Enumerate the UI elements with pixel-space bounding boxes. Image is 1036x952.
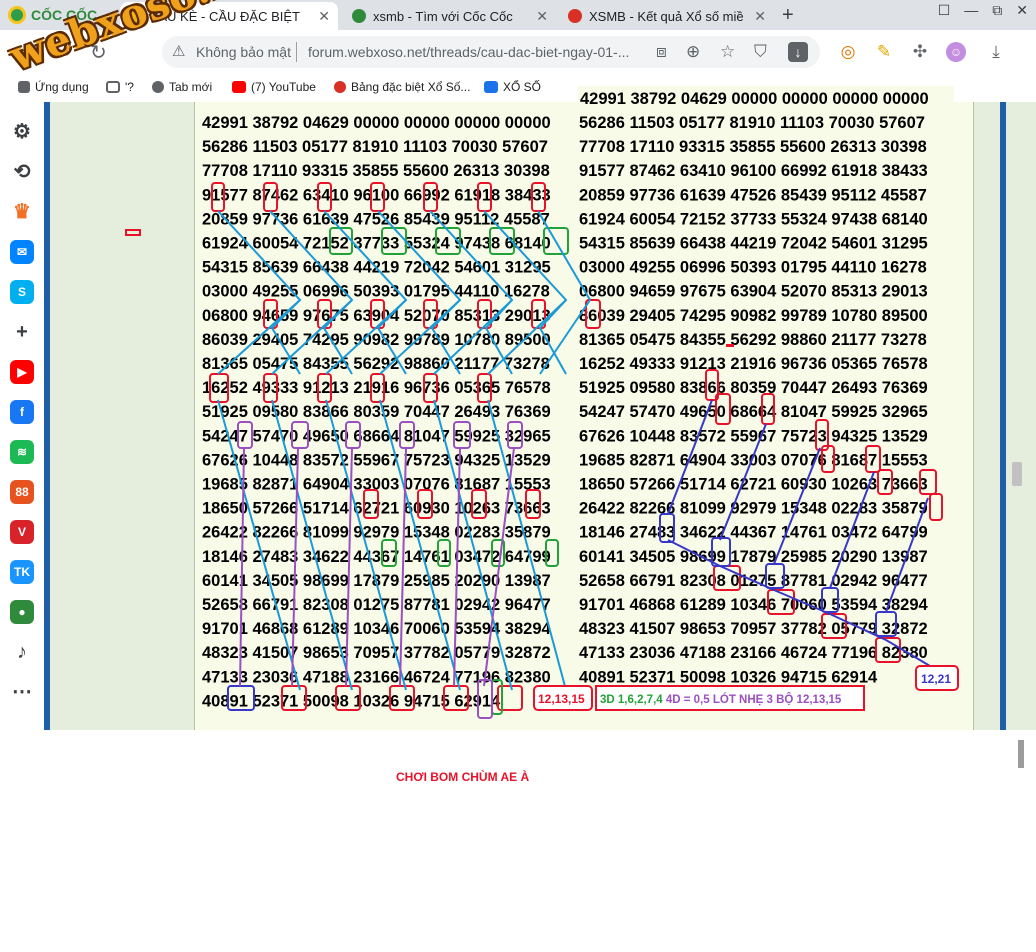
tab-title: XSMB - Kết quả Xổ số miề — [589, 8, 744, 24]
messenger-icon[interactable]: ✉ — [10, 240, 34, 264]
content-right-border — [1000, 102, 1006, 730]
results-image-panel — [194, 102, 974, 730]
back-icon[interactable]: ← — [18, 40, 38, 63]
coccoc-logo-icon — [8, 6, 26, 24]
bell-icon[interactable]: ♪ — [10, 640, 34, 664]
settings-icon[interactable]: ⚙ — [10, 120, 34, 144]
more-icon[interactable]: ⋯ — [10, 680, 34, 704]
inner-scrollbar[interactable] — [1018, 740, 1024, 768]
tab-title: CẦU KÈ - CẦU ĐẶC BIỆT — [149, 8, 300, 24]
tab-favicon-icon — [568, 9, 582, 23]
add-icon[interactable]: + — [10, 320, 34, 344]
close-tab-icon[interactable]: ✕ — [536, 8, 548, 25]
skype-icon[interactable]: S — [10, 280, 34, 304]
download-video-icon[interactable]: ↓ — [788, 42, 808, 62]
pin-icon[interactable]: ● — [10, 600, 34, 624]
tiki-icon[interactable]: TK — [10, 560, 34, 584]
coccoc-brand[interactable]: CỐC CỐC — [8, 5, 97, 25]
bookmark-apps[interactable]: Ứng dụng — [18, 80, 89, 94]
tab-cau-dac-biet[interactable]: CẦU KÈ - CẦU ĐẶC BIỆT ✕ — [120, 2, 338, 30]
globe-icon — [152, 81, 164, 93]
forum-post-area — [44, 102, 1036, 730]
close-window-icon[interactable]: ✕ — [1016, 2, 1028, 19]
tab-favicon-icon — [352, 9, 366, 23]
coccoc-sidebar: ⚙ ⟲ ♛ ✉ S + ▶ f ≋ 88 V TK ● ♪ ⋯ — [0, 110, 44, 728]
youtube-icon — [232, 81, 246, 93]
post-caption: CHƠI BOM CHÙM AE À — [396, 770, 530, 784]
app-88-icon[interactable]: 88 — [10, 480, 34, 504]
address-bar[interactable]: ⚠ Không bảo mật forum.webxoso.net/thread… — [162, 36, 820, 68]
bookmark-label: Bảng đặc biệt Xổ Số... — [351, 80, 471, 94]
history-icon[interactable]: ⟲ — [10, 160, 34, 184]
xoso-site-icon — [334, 81, 346, 93]
tab-xsmb-results[interactable]: XSMB - Kết quả Xổ số miề ✕ — [560, 2, 774, 30]
youtube-icon[interactable]: ▶ — [10, 360, 34, 384]
ku-icon — [484, 81, 498, 93]
downloads-icon[interactable]: ⤓ — [986, 42, 1006, 62]
bookmark-xo-so[interactable]: XỔ SỐ — [484, 80, 541, 94]
tab-search-icon[interactable]: ☐ — [938, 2, 951, 19]
tab-title: xsmb - Tìm với Cốc Cốc — [373, 8, 513, 24]
tab-strip: CỐC CỐC CẦU KÈ - CẦU ĐẶC BIỆT ✕ xsmb - T… — [0, 0, 1036, 30]
bookmark-label: (7) YouTube — [251, 80, 316, 94]
apps-grid-icon — [18, 81, 30, 93]
bookmark-label: XỔ SỐ — [503, 80, 542, 94]
vtv-icon[interactable]: V — [10, 520, 34, 544]
shield-icon[interactable]: ⛉ — [754, 42, 767, 62]
facebook-icon[interactable]: f — [10, 400, 34, 424]
browser-window: CỐC CỐC CẦU KÈ - CẦU ĐẶC BIỆT ✕ xsmb - T… — [0, 0, 1036, 952]
forward-icon[interactable]: → — [54, 40, 74, 63]
spotify-icon[interactable]: ≋ — [10, 440, 34, 464]
content-left-border — [44, 102, 50, 730]
post-footer: CHƠI BOM CHÙM AE À — [0, 730, 1036, 952]
bookmark-bang-dac-biet[interactable]: Bảng đặc biệt Xổ Số... — [334, 80, 470, 94]
bookmark-label: Tab mới — [169, 80, 213, 94]
bookmark-youtube[interactable]: (7) YouTube — [232, 80, 316, 94]
tab-xsmb-search[interactable]: xsmb - Tìm với Cốc Cốc ✕ — [344, 2, 556, 30]
page-scrollbar-thumb[interactable] — [1012, 462, 1022, 486]
security-status[interactable]: Không bảo mật — [196, 44, 291, 60]
close-tab-icon[interactable]: ✕ — [754, 8, 766, 25]
folder-icon — [106, 81, 120, 93]
close-tab-icon[interactable]: ✕ — [318, 8, 330, 25]
bookmark-folder[interactable]: '? — [106, 80, 134, 94]
blocked-popup-icon[interactable]: ⧈ — [656, 42, 667, 62]
tab-favicon-icon — [128, 9, 142, 23]
bookmark-label: Ứng dụng — [35, 80, 89, 94]
reload-icon[interactable]: ↻ — [90, 40, 107, 65]
bookmarks-bar: Ứng dụng '? Tab mới (7) YouTube Bảng đặc… — [0, 74, 1036, 102]
new-tab-button[interactable]: + — [782, 4, 794, 27]
warning-icon[interactable]: ⚠ — [172, 42, 185, 60]
bookmark-label: '? — [125, 80, 134, 94]
restore-icon[interactable]: ⧉ — [992, 2, 1002, 19]
zoom-icon[interactable]: ⊕ — [686, 42, 700, 62]
window-controls: ☐ — ⧉ ✕ — [938, 2, 1028, 19]
brand-name: CỐC CỐC — [31, 7, 98, 23]
extensions-puzzle-icon[interactable]: ✣ — [910, 42, 930, 62]
address-divider — [296, 42, 297, 62]
crown-icon[interactable]: ♛ — [10, 200, 34, 224]
coccoc-extension-icon[interactable]: ◎ — [838, 42, 858, 62]
bookmark-new-tab[interactable]: Tab mới — [152, 80, 212, 94]
profile-avatar-icon[interactable]: ☺ — [946, 42, 966, 62]
url-text[interactable]: forum.webxoso.net/threads/cau-dac-biet-n… — [308, 44, 629, 60]
minimize-icon[interactable]: — — [964, 2, 978, 19]
bookmark-star-icon[interactable]: ☆ — [720, 42, 735, 62]
navigation-toolbar: ← → ↻ ⚠ Không bảo mật forum.webxoso.net/… — [0, 30, 1036, 74]
pen-icon[interactable]: ✎ — [874, 42, 894, 62]
